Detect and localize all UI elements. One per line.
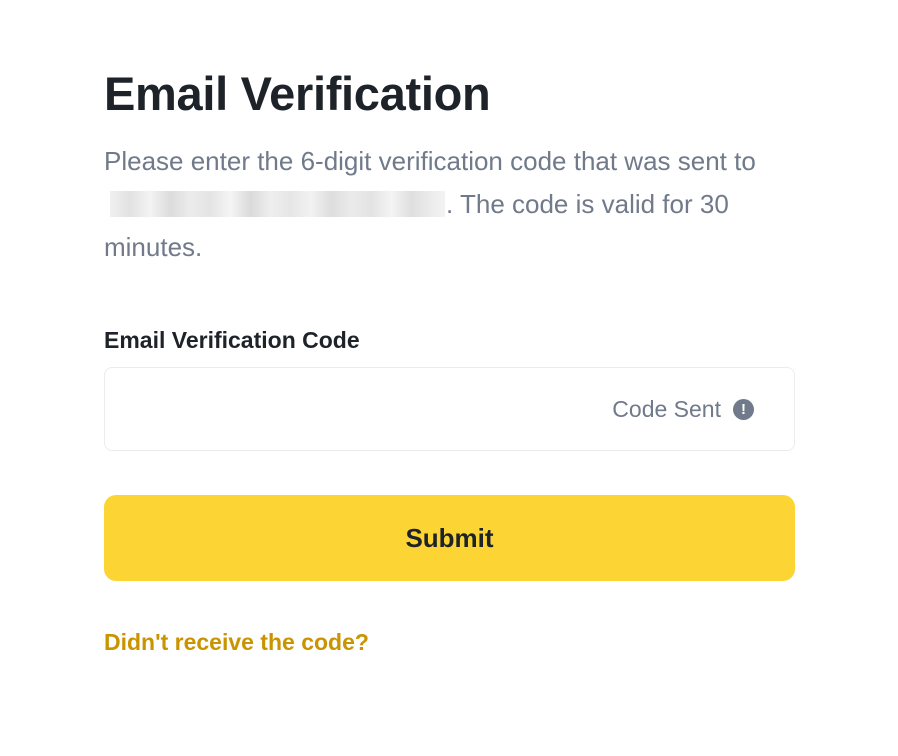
verification-code-field[interactable]: Code Sent !: [104, 367, 795, 451]
email-verification-form: Email Verification Please enter the 6-di…: [104, 66, 795, 656]
description-text-before: Please enter the 6-digit verification co…: [104, 146, 756, 176]
field-label: Email Verification Code: [104, 327, 360, 353]
redacted-email: [110, 191, 445, 217]
verification-description: Please enter the 6-digit verification co…: [104, 140, 774, 269]
submit-button[interactable]: Submit: [104, 495, 795, 581]
code-sent-status: Code Sent: [612, 395, 721, 422]
page-title: Email Verification: [104, 67, 491, 120]
exclamation-circle-icon[interactable]: !: [733, 398, 754, 420]
verification-code-input[interactable]: [125, 388, 613, 430]
resend-code-link[interactable]: Didn't receive the code?: [104, 629, 369, 656]
